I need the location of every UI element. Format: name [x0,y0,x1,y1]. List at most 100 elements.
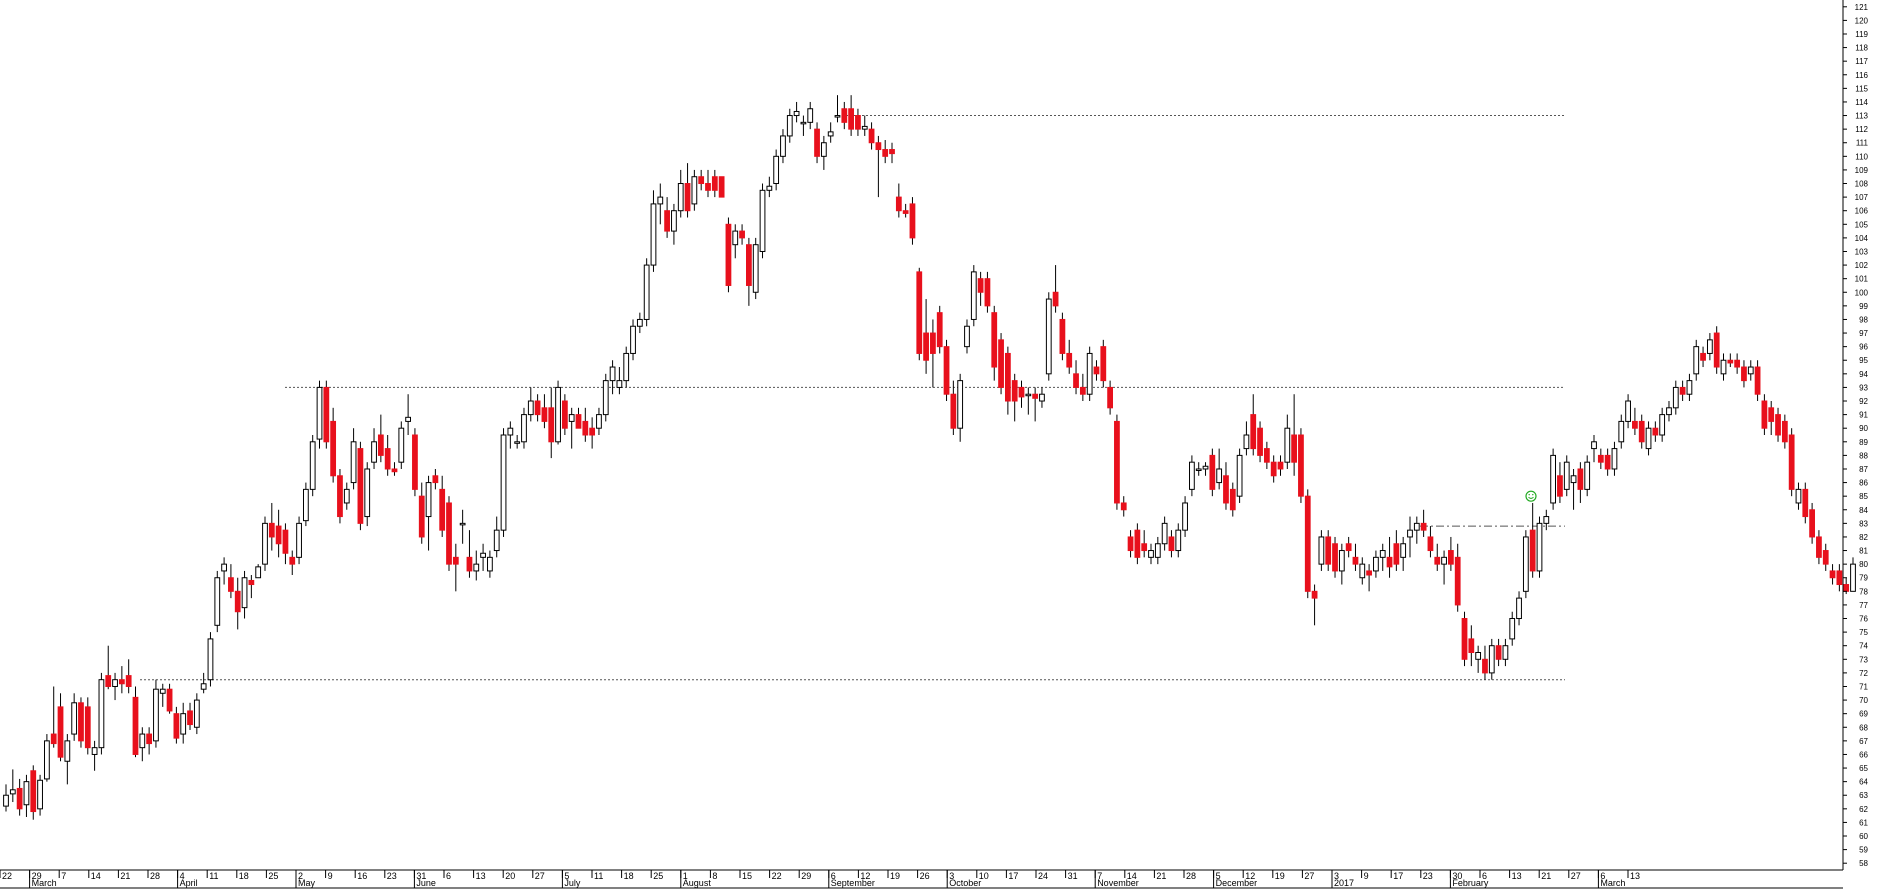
y-tick-label: 92 [1859,397,1868,406]
candle [1557,462,1563,503]
candle [1502,638,1509,667]
candle [725,217,732,293]
y-tick-label: 98 [1859,315,1868,324]
candle-body-down [391,468,398,473]
candle-body-down [1066,352,1073,368]
candle [221,557,227,585]
candle-body-up [480,552,486,558]
candle-body-up [1720,359,1727,375]
candle [998,333,1004,395]
candle-body-up [1413,522,1420,531]
y-tick-label: 106 [1855,207,1869,216]
candle-body-up [1379,550,1386,558]
candle-body-down [916,271,923,354]
candle [459,509,466,544]
y-tick-label: 84 [1859,506,1868,515]
candle-body-down [1093,366,1100,375]
candle [289,550,296,576]
candle [275,509,282,558]
candle [432,468,439,490]
candle-body-down [337,475,343,518]
candle-body-up [1407,529,1413,538]
candle [30,765,37,820]
candle [1604,448,1611,476]
chart-canvas: 5859606162636465666768697071727374757677… [0,0,1869,889]
candle-body-up [1570,475,1577,484]
candle [718,176,725,198]
y-tick-label: 68 [1859,723,1868,732]
candle-body-down [855,115,861,130]
y-tick-label: 114 [1855,98,1868,107]
candle [521,407,527,449]
y-tick-label: 66 [1859,750,1868,759]
candle [1659,407,1666,442]
candle-body-up [91,747,98,755]
x-tick-label: 14 [91,871,101,881]
candle-body-down [377,434,384,456]
candle-body-up [514,441,521,444]
candle-body-up [193,699,200,728]
candle-body-up [350,441,357,484]
candle [677,169,684,218]
candle [636,312,643,334]
candle-body-up [1686,380,1693,395]
candle-body-down [1229,488,1236,511]
candle-body-down [1277,461,1284,470]
candle-body-up [643,264,650,320]
candle [1093,360,1100,381]
candle [1550,448,1557,510]
candle [609,360,616,395]
candle-body-down [1298,434,1304,497]
candle-body-down [998,339,1004,388]
candle [575,407,582,429]
candle [827,122,834,143]
candle-body-down [1420,522,1427,531]
x-tick-label: 7 [61,871,66,881]
candle [1563,455,1570,497]
candle-body-up [1666,407,1672,416]
candle-body-up [493,529,500,552]
candle-body-down [950,393,957,429]
candle-body-down [1107,386,1113,409]
candle-body-down [1448,550,1454,565]
candle [105,645,112,690]
candle-body-down [1679,386,1686,395]
candle [1570,468,1577,510]
candle-body-up [1373,556,1379,572]
candle [132,686,139,758]
y-tick-label: 100 [1855,288,1869,297]
y-tick-label: 95 [1859,356,1868,365]
candle [766,176,773,198]
candle-body-down [1366,570,1372,576]
candle-body-up [1706,339,1713,354]
candle [1379,543,1386,571]
candle [1529,502,1536,578]
candle-body-down [1768,407,1775,422]
x-tick-label: 31 [1068,871,1078,881]
reference-lines [140,115,1565,681]
candle-body-down [1352,556,1359,565]
candle [139,727,146,762]
candle-body-down [1836,570,1843,586]
y-tick-label: 107 [1855,193,1869,202]
candle-body-down [1114,420,1120,504]
candle-body-down [1604,454,1611,470]
candle [705,169,711,198]
candle [1263,441,1270,469]
candle-body-up [1195,468,1202,471]
candle [650,190,657,272]
candle [834,95,841,123]
y-tick-label: 111 [1856,139,1869,148]
candle [1482,645,1488,680]
candle [350,428,357,490]
candle [1025,387,1032,415]
candle [711,169,718,198]
x-tick-label: 23 [1423,871,1433,881]
candle [1488,638,1495,680]
candle-body-up [207,638,214,681]
candle-body-down [1386,556,1393,568]
candle-body-up [1154,543,1161,558]
candle-body-up [1359,563,1366,579]
y-tick-label: 82 [1859,533,1868,542]
candle [868,122,875,150]
